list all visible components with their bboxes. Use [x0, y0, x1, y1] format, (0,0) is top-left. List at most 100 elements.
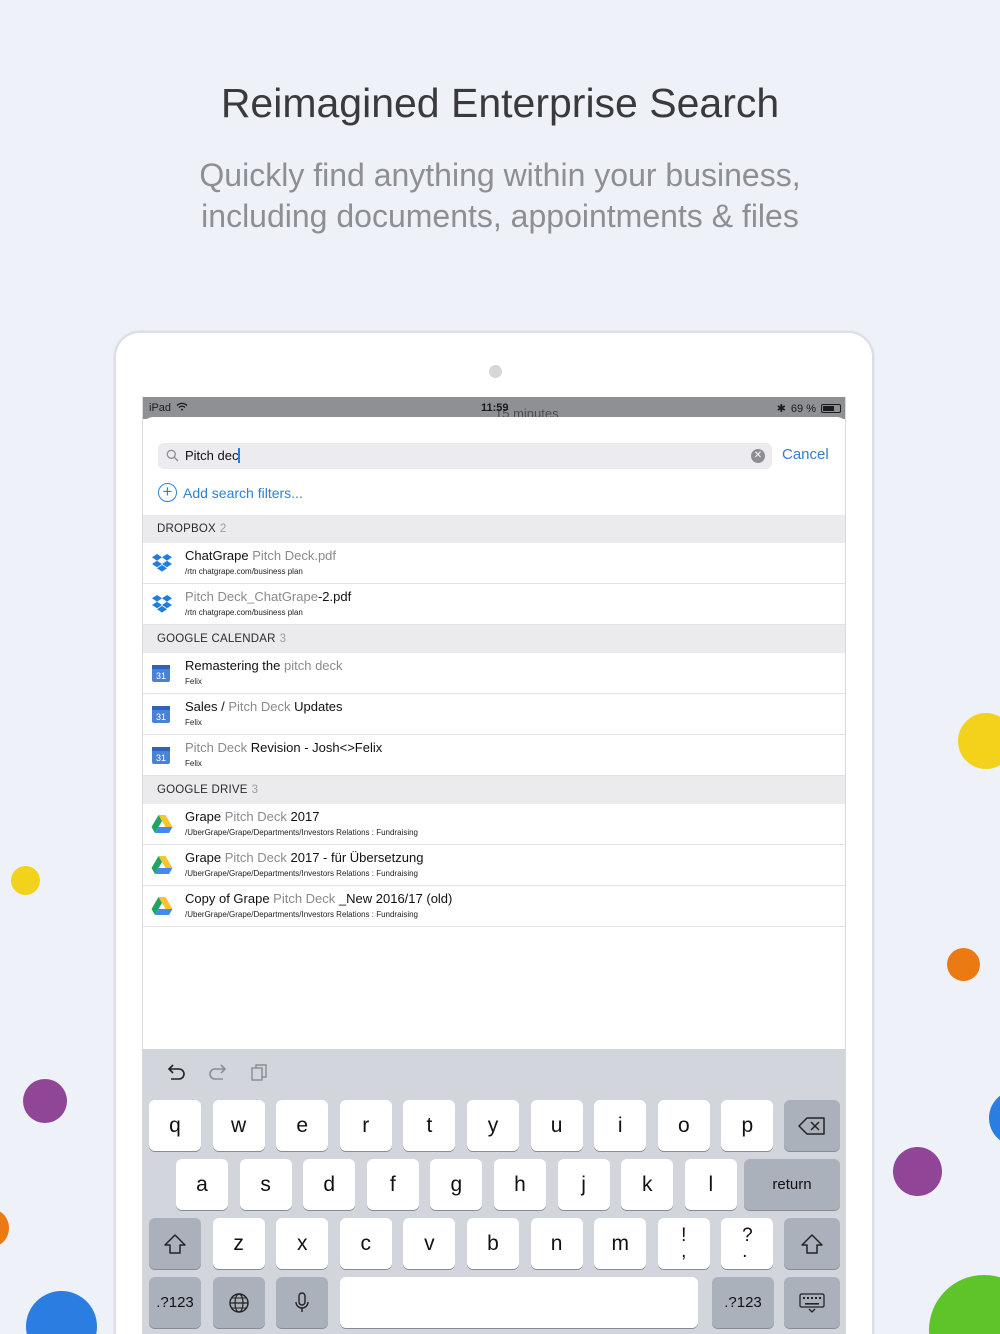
redo-icon[interactable]	[207, 1063, 229, 1086]
clear-search-icon[interactable]: ✕	[751, 449, 765, 463]
search-input[interactable]: Pitch dec ✕	[158, 443, 772, 469]
dictation-key[interactable]	[276, 1277, 329, 1328]
result-row[interactable]: 31 Remastering the pitch deck Felix	[143, 653, 845, 694]
key-l[interactable]: l	[684, 1159, 737, 1210]
decor-dot-yellow-large	[958, 713, 1000, 769]
key-t[interactable]: t	[403, 1100, 456, 1151]
key-s[interactable]: s	[239, 1159, 292, 1210]
title-text: Copy of Grape	[185, 891, 274, 906]
battery-icon	[821, 404, 841, 413]
return-key[interactable]: return	[744, 1159, 840, 1210]
search-value: Pitch dec	[185, 448, 239, 463]
match-highlight: Pitch Deck	[185, 740, 248, 755]
globe-key[interactable]	[212, 1277, 265, 1328]
add-search-filters-label: Add search filters...	[183, 484, 303, 501]
title-text: 2017	[286, 809, 320, 824]
key-b[interactable]: b	[467, 1218, 519, 1269]
key-p[interactable]: p	[721, 1100, 774, 1151]
cancel-button[interactable]: Cancel	[782, 446, 829, 463]
result-subtitle: /UberGrape/Grape/Departments/Investors R…	[185, 910, 418, 919]
add-search-filters-button[interactable]: + Add search filters...	[158, 483, 303, 502]
space-key[interactable]	[339, 1277, 698, 1328]
key-r[interactable]: r	[339, 1100, 392, 1151]
search-results: DROPBOX 2 ChatGrape Pitch Deck.pdf/rtn cha…	[143, 515, 845, 927]
svg-text:31: 31	[156, 712, 166, 722]
key-e[interactable]: e	[276, 1100, 329, 1151]
section-header: GOOGLE DRIVE 3	[143, 776, 845, 804]
undo-icon[interactable]	[165, 1063, 187, 1086]
key-u[interactable]: u	[530, 1100, 583, 1151]
hide-keyboard-key[interactable]	[784, 1277, 840, 1328]
result-title: Grape Pitch Deck 2017	[185, 809, 319, 824]
section-count: 3	[251, 784, 259, 796]
key-punctuation[interactable]: ? .	[721, 1218, 774, 1269]
result-subtitle: /rtn chatgrape.com/business plan	[185, 567, 303, 576]
key-f[interactable]: f	[366, 1159, 419, 1210]
subline-line-1: Quickly find anything within your busine…	[199, 157, 801, 193]
result-title: Remastering the pitch deck	[185, 658, 343, 673]
key-y[interactable]: y	[467, 1100, 519, 1151]
result-row[interactable]: Copy of Grape Pitch Deck _New 2016/17 (o…	[143, 886, 845, 927]
result-subtitle: Felix	[185, 718, 202, 727]
result-subtitle: /rtn chatgrape.com/business plan	[185, 608, 303, 617]
key-h[interactable]: h	[494, 1159, 546, 1210]
result-row[interactable]: Grape Pitch Deck 2017 - für Übersetzung /…	[143, 845, 845, 886]
key-v[interactable]: v	[403, 1218, 456, 1269]
title-text: Updates	[290, 699, 343, 714]
shift-key-left[interactable]	[149, 1218, 201, 1269]
numbers-key-left[interactable]: .?123	[149, 1277, 201, 1328]
shift-icon	[164, 1233, 186, 1254]
backspace-key[interactable]	[784, 1100, 840, 1151]
ipad-camera	[489, 365, 502, 378]
key-a[interactable]: a	[176, 1159, 228, 1210]
ipad-screen: iPad 15 minutes 11:59 ✱ 69 % Pitch dec ✕…	[142, 397, 846, 1334]
match-highlight: Pitch Deck	[273, 891, 336, 906]
status-bar: iPad 15 minutes 11:59 ✱ 69 %	[143, 397, 845, 421]
section-name: DROPBOX	[157, 523, 216, 535]
result-title: Grape Pitch Deck 2017 - für Übersetzung	[185, 850, 423, 865]
key-c[interactable]: c	[339, 1218, 392, 1269]
title-text: Sales /	[185, 699, 229, 714]
paste-icon[interactable]	[249, 1063, 269, 1086]
backspace-icon	[798, 1116, 825, 1135]
match-highlight: Pitch Deck	[228, 699, 291, 714]
section-header: DROPBOX 2	[143, 515, 845, 543]
decor-dot-orange	[947, 948, 980, 981]
key-i[interactable]: i	[594, 1100, 647, 1151]
key-m[interactable]: m	[594, 1218, 647, 1269]
device-label: iPad	[149, 402, 172, 414]
key-n[interactable]: n	[530, 1218, 583, 1269]
match-highlight: Pitch Deck_ChatGrape	[185, 589, 318, 604]
result-row[interactable]: Grape Pitch Deck 2017/UberGrape/Grape/De…	[143, 804, 845, 845]
google-drive-icon	[151, 896, 173, 916]
numbers-key-right[interactable]: .?123	[712, 1277, 774, 1328]
shift-key-right[interactable]	[784, 1218, 840, 1269]
result-row[interactable]: ChatGrape Pitch Deck.pdf/rtn chatgrape.c…	[143, 543, 845, 584]
globe-icon	[228, 1292, 249, 1313]
key-w[interactable]: w	[212, 1100, 265, 1151]
decor-dot-green	[929, 1275, 1000, 1334]
key-x[interactable]: x	[276, 1218, 329, 1269]
key-k[interactable]: k	[621, 1159, 674, 1210]
key-j[interactable]: j	[557, 1159, 610, 1210]
calendar-icon: 31	[151, 745, 173, 765]
result-subtitle: Felix	[185, 759, 202, 768]
key-q[interactable]: q	[149, 1100, 201, 1151]
title-text: -2.pdf	[317, 589, 352, 604]
key-g[interactable]: g	[430, 1159, 483, 1210]
key-d[interactable]: d	[303, 1159, 356, 1210]
match-highlight: Pitch Deck	[224, 850, 287, 865]
result-row[interactable]: 31 Sales / Pitch Deck Updates Felix	[143, 694, 845, 735]
key-o[interactable]: o	[657, 1100, 710, 1151]
key-z[interactable]: z	[212, 1218, 265, 1269]
shift-icon	[801, 1233, 823, 1254]
key-punctuation[interactable]: ! ,	[657, 1218, 710, 1269]
result-row[interactable]: 31 Pitch Deck Revision - Josh<>Felix Felix	[143, 735, 845, 776]
match-highlight: Pitch Deck.pdf	[252, 548, 337, 563]
dropbox-icon	[151, 553, 173, 573]
bluetooth-icon: ✱	[776, 403, 786, 415]
result-row[interactable]: Pitch Deck_ChatGrape-2.pdf/rtn chatgrape…	[143, 584, 845, 625]
result-title: Pitch Deck Revision - Josh<>Felix	[185, 740, 382, 755]
page-subline: Quickly find anything within your busine…	[0, 155, 1000, 237]
section-name: GOOGLE DRIVE	[157, 784, 248, 796]
